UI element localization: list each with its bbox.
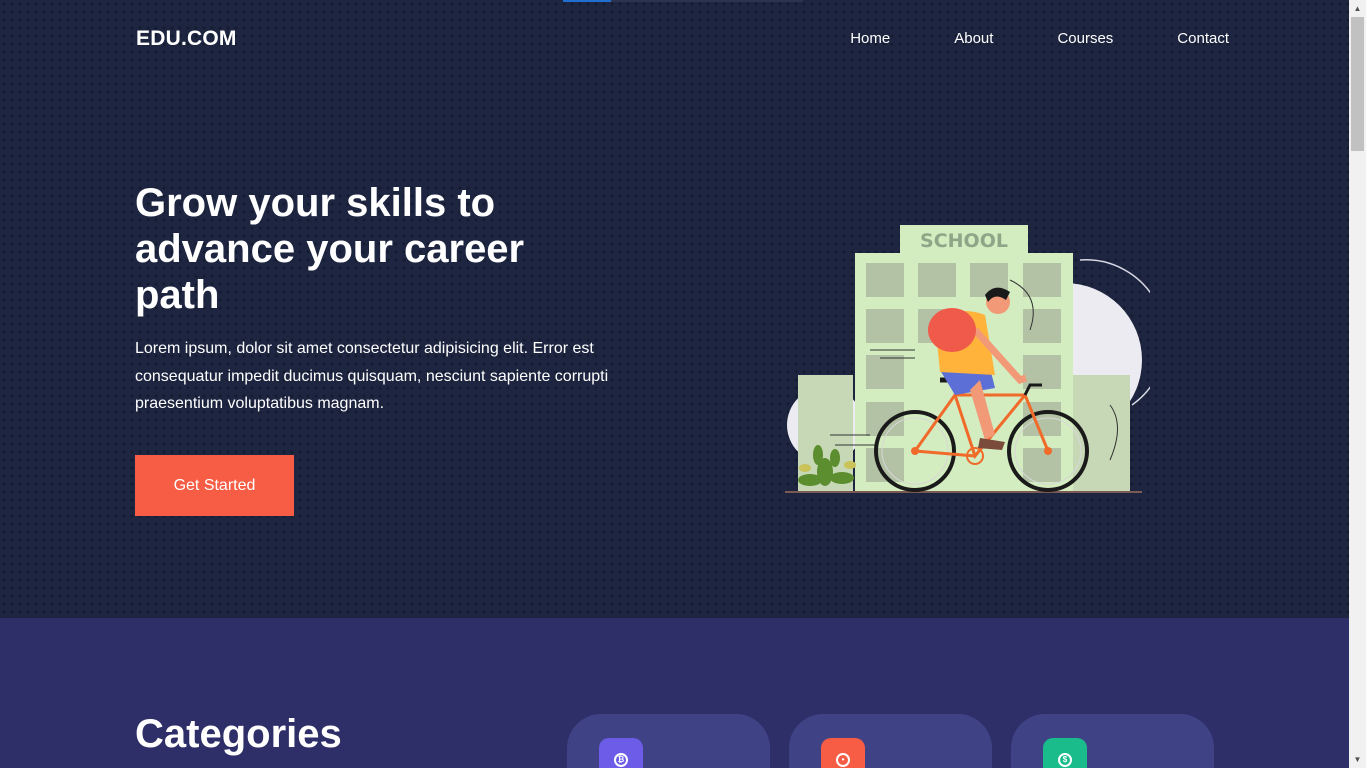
- nav-home[interactable]: Home: [850, 30, 890, 47]
- page: EDU.COM Home About Courses Contact Grow …: [0, 0, 1349, 768]
- top-accent-bar: [563, 0, 803, 2]
- get-started-button[interactable]: Get Started: [135, 455, 294, 516]
- palette-icon: •: [821, 738, 865, 768]
- categories-title: Categories: [135, 712, 342, 756]
- scrollbar-thumb[interactable]: [1351, 17, 1364, 151]
- main-nav: Home About Courses Contact: [850, 30, 1229, 47]
- vertical-scrollbar[interactable]: ▲ ▼: [1349, 0, 1366, 768]
- nav-about[interactable]: About: [954, 30, 993, 47]
- dollar-icon: $: [1043, 738, 1087, 768]
- hero-illustration: SCHOOL: [785, 225, 1150, 493]
- scroll-up-arrow-icon[interactable]: ▲: [1349, 0, 1366, 17]
- scroll-down-arrow-icon[interactable]: ▼: [1349, 751, 1366, 768]
- categories-section: Categories ₿ • $: [0, 618, 1349, 768]
- brand-logo[interactable]: EDU.COM: [136, 27, 237, 51]
- category-card-finance[interactable]: $: [1011, 714, 1214, 768]
- school-sign-text: SCHOOL: [920, 230, 1008, 252]
- hero-title: Grow your skills to advance your career …: [135, 181, 525, 317]
- bitcoin-icon: ₿: [599, 738, 643, 768]
- category-card-design[interactable]: •: [789, 714, 992, 768]
- nav-courses[interactable]: Courses: [1057, 30, 1113, 47]
- hero-section: EDU.COM Home About Courses Contact Grow …: [0, 0, 1349, 618]
- hero-description: Lorem ipsum, dolor sit amet consectetur …: [135, 340, 609, 412]
- top-accent-highlight: [563, 0, 611, 2]
- nav-contact[interactable]: Contact: [1177, 30, 1229, 47]
- category-card-crypto[interactable]: ₿: [567, 714, 770, 768]
